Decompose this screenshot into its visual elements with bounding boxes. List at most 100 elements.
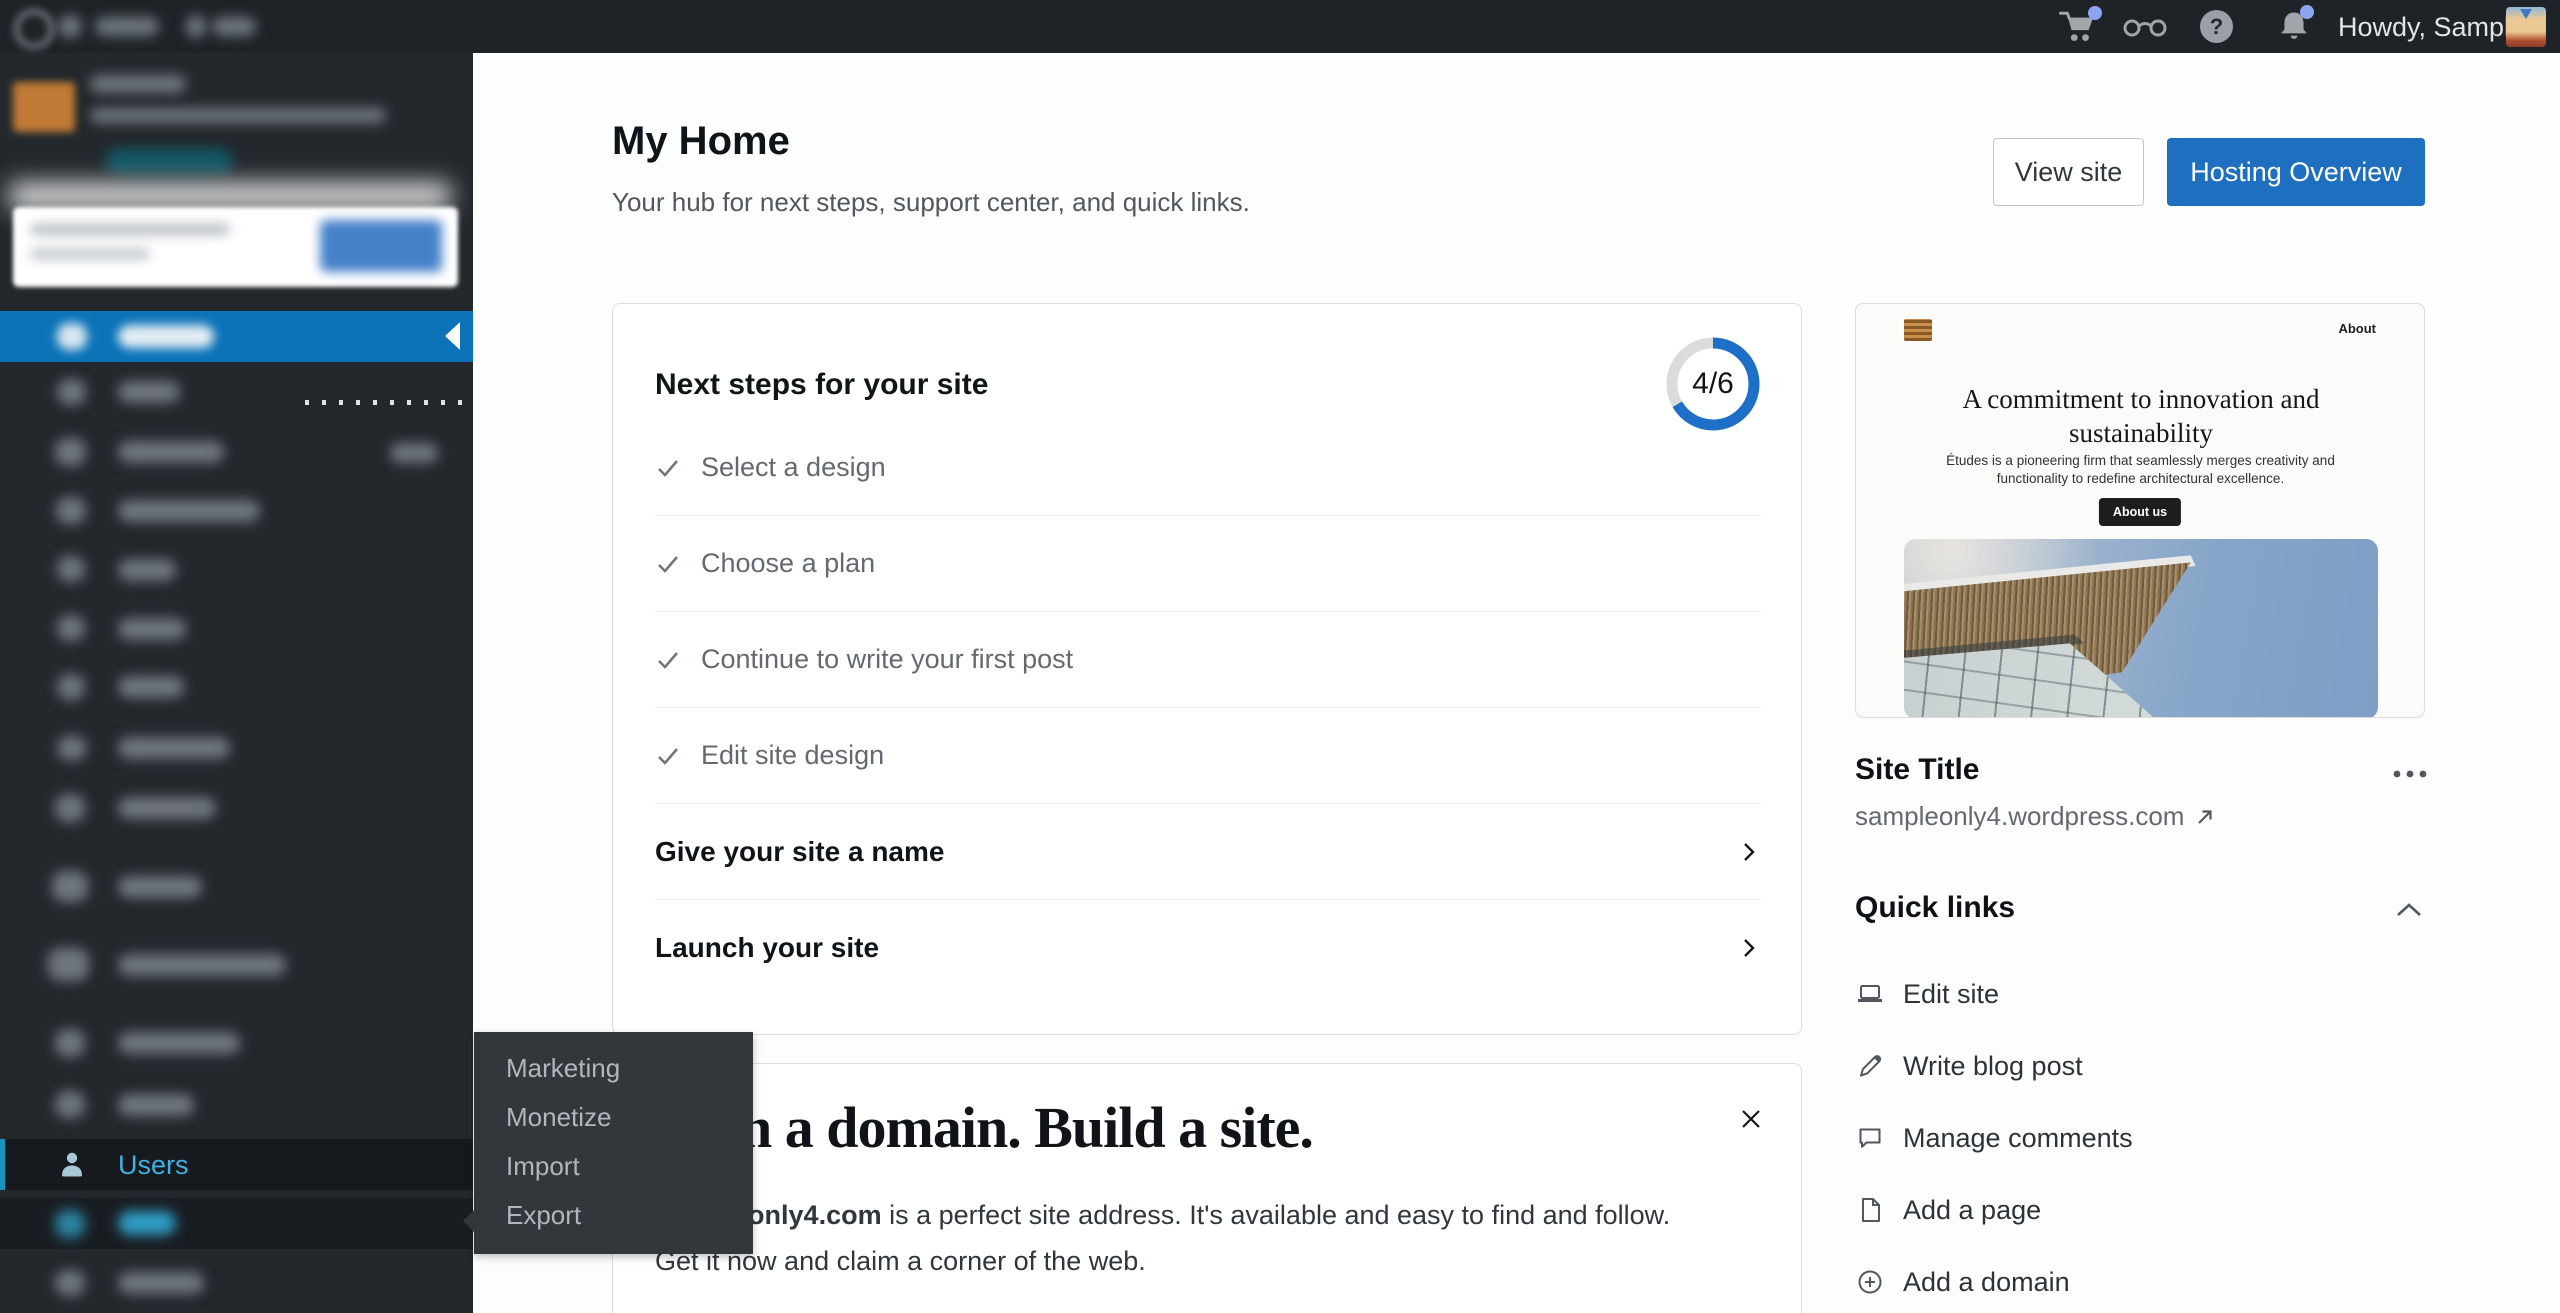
redacted-new-icon[interactable] [186,15,206,38]
main-content: My Home Your hub for next steps, support… [473,53,2560,1313]
page-title: My Home [612,119,790,164]
quick-links-list: Edit site Write blog post Manage comm [1855,958,2425,1313]
redacted-new-label[interactable] [212,17,256,36]
posts-icon [57,556,85,582]
settings-icon [55,1270,85,1296]
quick-links-title: Quick links [1855,891,2015,925]
preview-about-us-button: About us [2099,498,2181,526]
hosting-overview-button[interactable]: Hosting Overview [2167,138,2425,206]
redacted-stats-label [118,381,180,403]
mailboxes-icon [56,497,86,524]
flyout-item-marketing[interactable]: Marketing [474,1044,753,1093]
step-label: Edit site design [701,740,884,771]
step-action-launch-site[interactable]: Launch your site [655,900,1761,995]
page-subtitle: Your hub for next steps, support center,… [612,187,1250,218]
sidebar-item-upgrades[interactable] [0,426,473,477]
redacted-upgrades-badge [390,443,438,463]
site-domain-link[interactable]: sampleonly4.wordpress.com [1855,801,2216,832]
site-preview-card[interactable]: About A commitment to innovation and sus… [1855,303,2425,718]
quick-link-label: Edit site [1903,979,1999,1010]
view-site-button[interactable]: View site [1993,138,2144,206]
step-completed[interactable]: Choose a plan [655,516,1761,612]
ellipsis-menu-icon[interactable] [2385,759,2425,789]
next-steps-title: Next steps for your site [655,368,988,402]
check-icon [655,551,681,577]
wp-logo-icon[interactable] [14,9,54,49]
flyout-item-export[interactable]: Export [474,1191,753,1240]
redacted-adminbar-icon[interactable] [58,15,82,38]
tools-icon [55,1210,85,1238]
close-icon[interactable] [1731,1102,1765,1136]
chevron-right-icon [1737,936,1761,960]
cart-badge [2088,6,2102,20]
laptop-icon [1855,979,1885,1009]
quick-link-label: Add a page [1903,1195,2041,1226]
sidebar-item-jetpack[interactable] [0,861,473,912]
step-action-give-site-name[interactable]: Give your site a name [655,804,1761,900]
flyout-item-import[interactable]: Import [474,1142,753,1191]
redacted-settings-label [118,1272,204,1294]
sidebar-item-users-label: Users [118,1150,189,1181]
page-icon [1855,1195,1885,1225]
plugins-icon [55,1091,85,1118]
redacted-woocommerce-label [118,954,286,976]
current-item-arrow [445,322,460,350]
sidebar-item-stats[interactable] [0,367,473,418]
chevron-right-icon [1737,840,1761,864]
reader-glasses-icon[interactable] [2120,13,2170,41]
feedback-icon [55,794,85,822]
quick-link-add-domain[interactable]: Add a domain [1855,1246,2425,1313]
sidebar-item-media[interactable] [0,603,473,654]
quick-link-edit-site[interactable]: Edit site [1855,958,2425,1030]
step-completed[interactable]: Edit site design [655,708,1761,804]
sidebar-item-comments[interactable] [0,723,473,774]
current-section-accent [0,1139,5,1190]
pages-icon [57,674,85,700]
domain-body-text: is a perfect site address. It's availabl… [882,1200,1671,1230]
redacted-site-name[interactable] [95,17,159,36]
tools-flyout-menu: Marketing Monetize Import Export [474,1032,753,1254]
sidebar-item-posts[interactable] [0,544,473,595]
redacted-promo-button[interactable] [320,220,442,272]
step-completed[interactable]: Continue to write your first post [655,612,1761,708]
avatar[interactable] [2506,7,2546,47]
sidebar-item-tools[interactable] [0,1198,473,1249]
plus-circle-icon [1855,1267,1885,1297]
quick-link-label: Write blog post [1903,1051,2083,1082]
redacted-comments-label [118,737,230,759]
redacted-site-domain [90,108,386,123]
quick-link-manage-comments[interactable]: Manage comments [1855,1102,2425,1174]
step-label: Choose a plan [701,548,875,579]
step-label: Continue to write your first post [701,644,1073,675]
preview-tagline: Études is a pioneering firm that seamles… [1918,452,2363,487]
quick-link-write-blog-post[interactable]: Write blog post [1855,1030,2425,1102]
domain-body-text-2: Get it now and claim a corner of the web… [655,1238,1765,1284]
step-completed[interactable]: Select a design [655,420,1761,516]
quick-link-add-page[interactable]: Add a page [1855,1174,2425,1246]
howdy-label[interactable]: Howdy, Sample [2338,12,2525,43]
check-icon [655,647,681,673]
redacted-upgrade-button[interactable] [105,148,233,174]
stats-icon [57,379,86,405]
chevron-up-icon[interactable] [2387,895,2423,925]
sidebar-item-feedback[interactable] [0,783,473,834]
sidebar-item-plugins[interactable] [0,1079,473,1130]
redacted-plugins-label [118,1094,194,1116]
sidebar-item-settings[interactable] [0,1258,473,1309]
progress-label: 4/6 [1665,336,1761,432]
sidebar-item-appearance[interactable] [0,1018,473,1069]
help-icon[interactable]: ? [2200,10,2233,43]
sidebar-item-users[interactable]: Users [0,1139,473,1190]
check-icon [655,455,681,481]
preview-heading: A commitment to innovation and sustainab… [1891,382,2391,450]
flyout-item-monetize[interactable]: Monetize [474,1093,753,1142]
sidebar-item-pages[interactable] [0,662,473,713]
redacted-appearance-label [118,1032,240,1054]
domain-promo-heading: Own a domain. Build a site. [655,1094,1313,1161]
sidebar-item-my-home[interactable] [0,311,473,362]
sidebar-item-woocommerce[interactable] [0,939,473,990]
redacted-promo-text [30,223,230,236]
domain-promo-card: Own a domain. Build a site. sampleonly4.… [612,1063,1802,1313]
step-label: Launch your site [655,932,879,964]
sidebar-item-mailboxes[interactable] [0,485,473,536]
